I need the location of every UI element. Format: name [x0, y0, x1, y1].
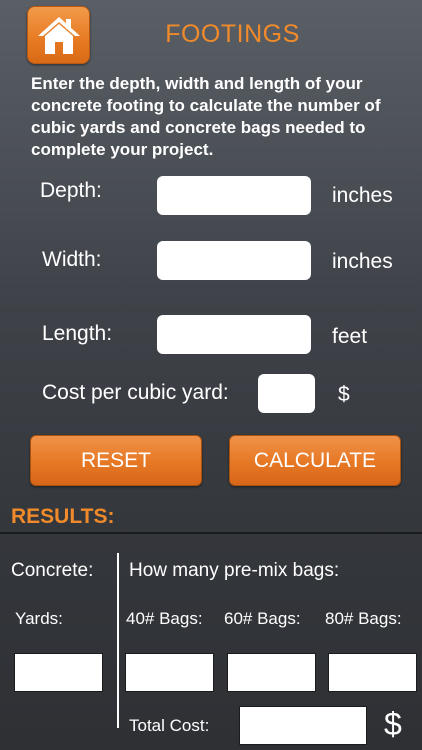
bag40-result-field	[125, 653, 214, 692]
yards-result-field	[14, 653, 103, 692]
results-divider	[0, 532, 422, 534]
length-label: Length:	[42, 322, 113, 345]
width-input[interactable]	[157, 241, 311, 280]
length-input[interactable]	[157, 315, 311, 354]
bag40-label: 40# Bags:	[126, 609, 203, 628]
cost-label: Cost per cubic yard:	[42, 381, 229, 404]
results-column-divider	[117, 553, 119, 728]
depth-label: Depth:	[40, 179, 102, 202]
width-label: Width:	[42, 248, 102, 271]
bag80-label: 80# Bags:	[325, 609, 402, 628]
yards-label: Yards:	[15, 609, 63, 628]
depth-input[interactable]	[157, 176, 311, 215]
cost-input[interactable]	[258, 374, 315, 413]
bags-heading: How many pre-mix bags:	[129, 560, 340, 581]
depth-unit: inches	[332, 184, 393, 207]
dollar-icon: $	[384, 706, 402, 742]
bag60-label: 60# Bags:	[224, 609, 301, 628]
length-unit: feet	[332, 325, 368, 348]
total-cost-field	[239, 706, 367, 745]
results-heading: RESULTS:	[11, 505, 115, 528]
calculate-button[interactable]: CALCULATE	[229, 435, 401, 486]
intro-text: Enter the depth, width and length of you…	[31, 74, 381, 159]
home-button[interactable]	[27, 6, 90, 64]
bag60-result-field	[227, 653, 316, 692]
page-title: FOOTINGS	[165, 20, 300, 48]
concrete-label: Concrete:	[11, 560, 94, 581]
reset-button[interactable]: RESET	[30, 435, 202, 486]
house-icon	[37, 17, 80, 54]
bag80-result-field	[328, 653, 417, 692]
width-unit: inches	[332, 250, 393, 273]
total-cost-label: Total Cost:	[129, 716, 210, 735]
cost-unit: $	[338, 383, 350, 406]
